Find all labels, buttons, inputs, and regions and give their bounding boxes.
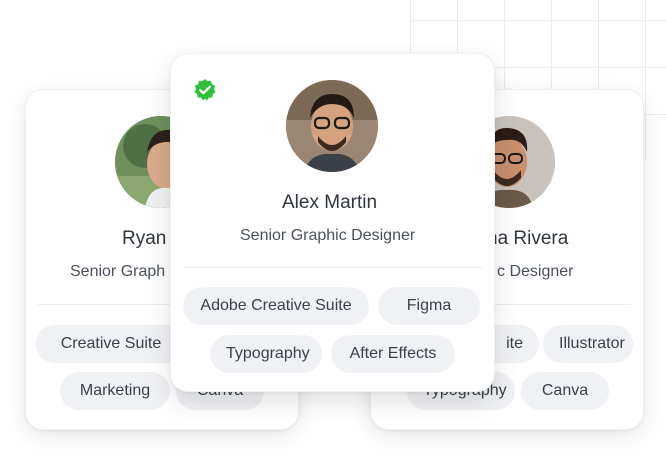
skill-chip[interactable]: Illustrator <box>543 325 633 363</box>
skill-chip[interactable]: After Effects <box>331 335 455 373</box>
skill-chip[interactable]: Typography <box>210 335 322 373</box>
skill-chip[interactable]: Figma <box>378 287 480 325</box>
avatar <box>286 80 378 172</box>
profile-role: c Designer <box>497 263 574 280</box>
skill-chip[interactable]: Canva <box>521 372 609 410</box>
profile-name: Ryan <box>122 228 167 249</box>
divider <box>183 267 482 268</box>
profile-card-center[interactable]: Alex Martin Senior Graphic Designer Adob… <box>170 53 495 392</box>
profile-role: Senior Graphic Designer <box>240 227 416 244</box>
skill-chip[interactable]: Marketing <box>60 372 170 410</box>
verified-badge-icon <box>194 79 216 101</box>
profile-role: Senior Graph <box>70 263 166 280</box>
profile-name: Alex Martin <box>282 192 378 213</box>
profile-name: na Rivera <box>487 228 569 249</box>
skill-chip[interactable]: Adobe Creative Suite <box>183 287 369 325</box>
skill-chip[interactable]: Creative Suite <box>36 325 186 363</box>
